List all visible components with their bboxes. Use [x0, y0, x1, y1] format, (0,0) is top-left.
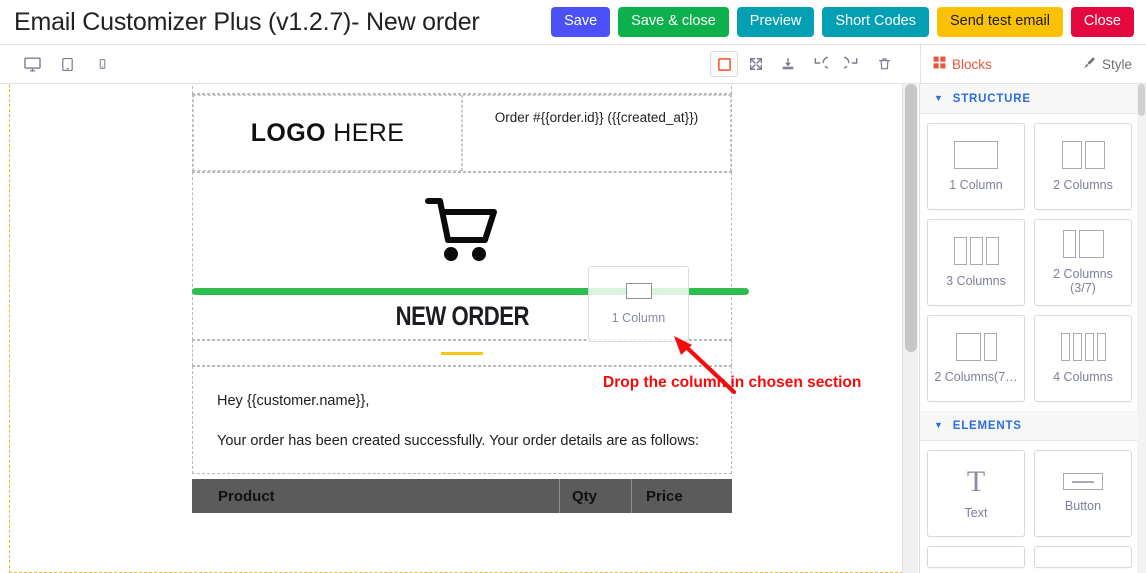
send-test-email-button[interactable]: Send test email: [936, 7, 1063, 37]
tab-blocks[interactable]: Blocks: [933, 56, 992, 72]
email-row-header[interactable]: LOGO HERE Order #{{order.id}} ({{created…: [192, 94, 732, 172]
block-1-column[interactable]: 1 Column: [927, 123, 1025, 210]
block-label: 2 Columns (3/7): [1053, 266, 1113, 295]
column-glyph-icon: [625, 283, 652, 299]
greeting-line-2: Your order has been created successfully…: [217, 433, 699, 449]
email-row-order-table[interactable]: Product Qty Price: [192, 479, 732, 513]
block-label: Text: [964, 505, 988, 520]
chevron-down-icon: ▼: [934, 93, 944, 103]
email-canvas[interactable]: LOGO HERE Order #{{order.id}} ({{created…: [0, 84, 920, 573]
page-title: Email Customizer Plus (v1.2.7)- New orde…: [14, 7, 480, 36]
email-row-top-spacer[interactable]: [192, 84, 732, 94]
block-partial-right[interactable]: [1034, 546, 1132, 568]
block-3-columns[interactable]: 3 Columns: [927, 219, 1025, 306]
toggle-borders-icon[interactable]: [710, 51, 738, 77]
import-icon[interactable]: [774, 51, 802, 77]
app-header: Email Customizer Plus (v1.2.7)- New orde…: [0, 0, 1146, 45]
blocks-panel-scrollbar[interactable]: [1137, 84, 1146, 573]
block-text[interactable]: T Text: [927, 450, 1025, 537]
section-header-structure[interactable]: ▼ STRUCTURE: [920, 84, 1146, 114]
table-header-price: Price: [646, 487, 683, 505]
block-label: 1 Column: [949, 177, 1003, 192]
block-label: 2 Columns(7…: [934, 369, 1018, 384]
four-columns-icon: [1060, 332, 1106, 361]
block-label: Button: [1064, 499, 1102, 514]
shopping-cart-icon: [422, 196, 502, 269]
blocks-panel[interactable]: ▼ STRUCTURE 1 Column 2 Columns 3 Columns…: [920, 84, 1146, 573]
two-columns-7-3-icon: [955, 332, 997, 361]
blocks-panel-scrollbar-thumb[interactable]: [1138, 84, 1145, 116]
text-icon: T: [966, 464, 986, 498]
block-2-columns-3-7[interactable]: 2 Columns (3/7): [1034, 219, 1132, 306]
section-title-structure: STRUCTURE: [952, 92, 1031, 105]
main-row: LOGO HERE Order #{{order.id}} ({{created…: [0, 84, 1146, 573]
canvas-tools-group: [710, 45, 920, 83]
tablet-view-icon[interactable]: [53, 51, 81, 77]
canvas-scrollbar[interactable]: [902, 84, 918, 573]
desktop-view-icon[interactable]: [18, 51, 46, 77]
table-header-qty: Qty: [560, 479, 632, 513]
two-columns-3-7-icon: [1062, 229, 1104, 258]
logo-text: LOGO HERE: [251, 119, 405, 148]
order-meta-text: Order #{{order.id}} ({{created_at}}): [494, 110, 699, 125]
three-columns-icon: [953, 236, 999, 265]
section-title-elements: ELEMENTS: [952, 419, 1022, 432]
block-2-columns-7-3[interactable]: 2 Columns(7…: [927, 315, 1025, 402]
block-label: 4 Columns: [1053, 369, 1113, 384]
annotation-text: Drop the column in chosen section: [603, 374, 862, 391]
logo-cell[interactable]: LOGO HERE: [193, 95, 462, 171]
email-row-divider[interactable]: [192, 340, 732, 366]
elements-block-grid: T Text Button: [920, 441, 1146, 573]
mobile-view-icon[interactable]: [88, 51, 116, 77]
canvas-scrollbar-thumb[interactable]: [905, 84, 917, 352]
structure-block-grid: 1 Column 2 Columns 3 Columns 2 Columns (…: [920, 114, 1146, 411]
save-button[interactable]: Save: [551, 7, 611, 37]
two-columns-icon: [1061, 140, 1105, 169]
logo-light: HERE: [325, 118, 405, 147]
divider-line: [441, 351, 483, 355]
chevron-down-icon: ▼: [934, 420, 944, 430]
trash-icon[interactable]: [870, 51, 898, 77]
preview-button[interactable]: Preview: [736, 7, 815, 37]
short-codes-button[interactable]: Short Codes: [822, 7, 929, 37]
block-4-columns[interactable]: 4 Columns: [1034, 315, 1132, 402]
canvas-body-wrapper[interactable]: LOGO HERE Order #{{order.id}} ({{created…: [9, 84, 903, 573]
table-header-product: Product: [192, 479, 560, 513]
order-meta-cell[interactable]: Order #{{order.id}} ({{created_at}}): [462, 95, 731, 171]
block-partial-left[interactable]: [927, 546, 1025, 568]
block-label: 2 Columns: [1053, 177, 1113, 192]
section-header-elements[interactable]: ▼ ELEMENTS: [920, 411, 1146, 441]
email-title-heading: NEW ORDER: [395, 300, 529, 331]
logo-bold: LOGO: [250, 118, 326, 147]
block-2-columns[interactable]: 2 Columns: [1034, 123, 1132, 210]
one-column-icon: [954, 140, 998, 169]
editor-toolbar: Blocks Style: [0, 45, 1146, 84]
tab-style-label: Style: [1101, 56, 1132, 72]
save-and-close-button[interactable]: Save & close: [618, 7, 729, 37]
annotation-arrow-icon: [670, 336, 742, 403]
header-actions: Save Save & close Preview Short Codes Se…: [551, 7, 1134, 37]
block-label: 3 Columns: [946, 273, 1006, 288]
undo-icon[interactable]: [806, 51, 834, 77]
device-preview-group: [0, 45, 116, 83]
tab-blocks-label: Blocks: [952, 56, 992, 72]
blocks-grid-icon: [933, 56, 946, 72]
fullscreen-icon[interactable]: [742, 51, 770, 77]
redo-icon[interactable]: [838, 51, 866, 77]
panel-tabs: Blocks Style: [920, 45, 1146, 83]
tab-style[interactable]: Style: [1082, 56, 1132, 73]
button-icon: [1063, 473, 1103, 491]
brush-icon: [1082, 56, 1096, 73]
order-table-header-row: Product Qty Price: [192, 479, 732, 513]
drag-ghost-label: 1 Column: [611, 311, 666, 325]
block-button[interactable]: Button: [1034, 450, 1132, 537]
greeting-line-1: Hey {{customer.name}},: [217, 393, 370, 409]
close-button[interactable]: Close: [1070, 7, 1134, 37]
drag-ghost-1-column[interactable]: 1 Column: [588, 266, 689, 342]
